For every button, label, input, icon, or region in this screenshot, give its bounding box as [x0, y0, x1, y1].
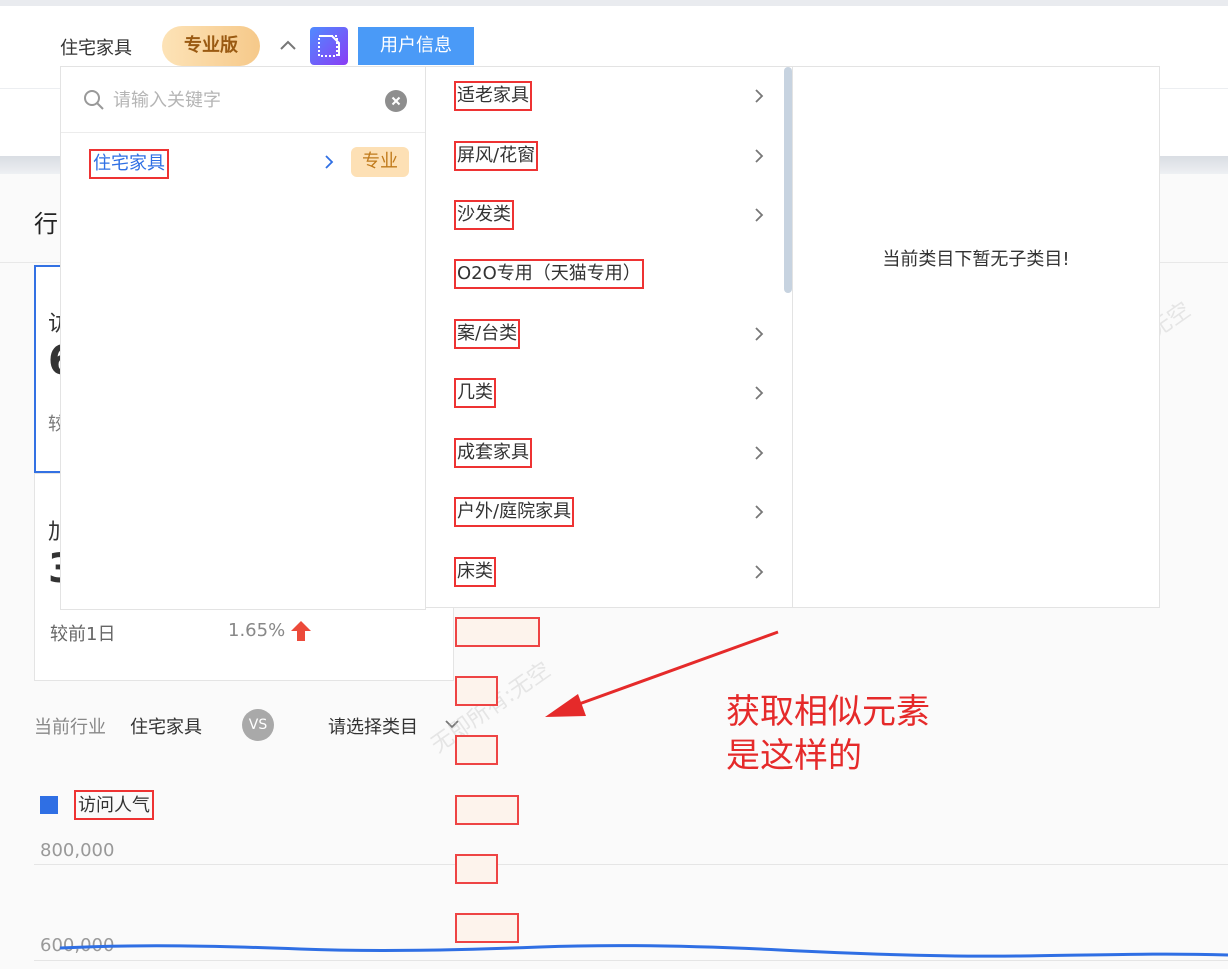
- annotation-line: 是这样的: [726, 736, 862, 776]
- annotation-line: 获取相似元素: [726, 692, 930, 732]
- annotation-text: 获取相似元素 是这样的: [726, 690, 930, 778]
- annotation-arrow-icon: [545, 630, 779, 717]
